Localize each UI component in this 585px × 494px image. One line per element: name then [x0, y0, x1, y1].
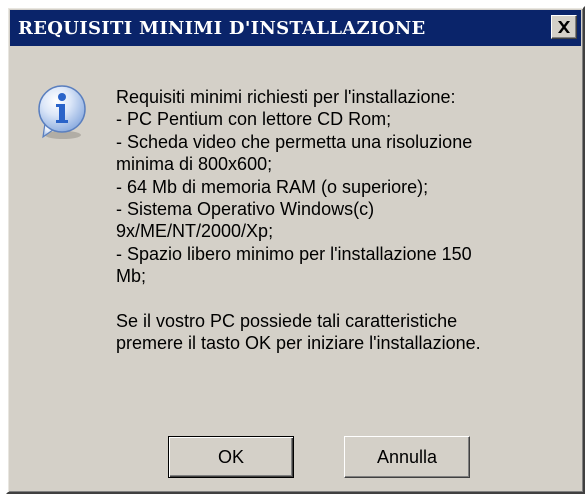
message-line: - Sistema Operativo Windows(c): [116, 199, 375, 220]
message-line: 9x/ME/NT/2000/Xp;: [116, 221, 274, 242]
dialog-title: REQUISITI MINIMI D'INSTALLAZIONE: [18, 17, 426, 39]
message-line: Se il vostro PC possiede tali caratteris…: [116, 311, 458, 332]
message-line: [116, 288, 571, 310]
message-line: minima di 800x600;: [116, 154, 273, 175]
message-line: Mb;: [116, 266, 147, 287]
ok-button[interactable]: OK: [168, 436, 294, 478]
message-line: Requisiti minimi richiesti per l'install…: [116, 87, 456, 107]
title-bar[interactable]: REQUISITI MINIMI D'INSTALLAZIONE: [10, 10, 581, 46]
message-line: premere il tasto OK per iniziare l'insta…: [116, 333, 481, 354]
message-text: Requisiti minimi richiesti per l'install…: [116, 86, 571, 355]
close-icon: [558, 21, 570, 33]
message-line: - 64 Mb di memoria RAM (o superiore);: [116, 176, 429, 197]
dialog-window: REQUISITI MINIMI D'INSTALLAZIONE Requisi…: [6, 6, 585, 494]
message-line: - PC Pentium con lettore CD Rom;: [116, 109, 392, 130]
message-line: - Spazio libero minimo per l'installazio…: [116, 243, 472, 264]
cancel-button[interactable]: Annulla: [344, 436, 470, 478]
close-button[interactable]: [551, 15, 577, 39]
message-line: - Scheda video che permetta una risoluzi…: [116, 131, 473, 152]
info-icon: [38, 85, 86, 139]
